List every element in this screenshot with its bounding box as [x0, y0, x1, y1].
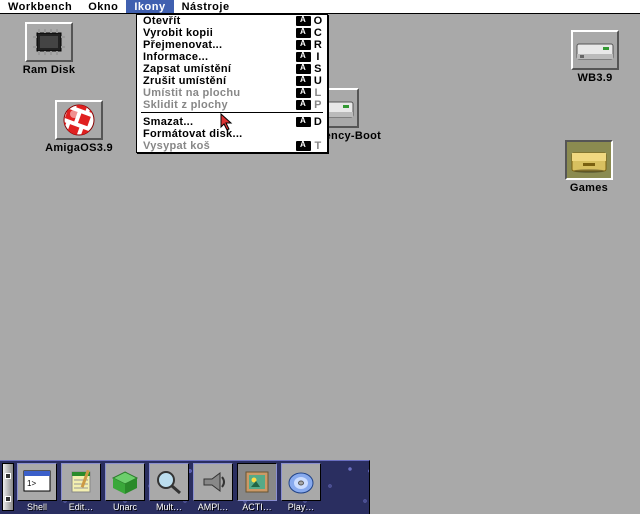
- icon-label: AmigaOS3.9: [40, 142, 118, 154]
- picture-icon: [237, 463, 277, 501]
- menu-item-label: Informace...: [143, 51, 296, 63]
- shell-icon: 1>: [17, 463, 57, 501]
- menu-item-label: Formátovat disk...: [143, 128, 323, 140]
- menubar[interactable]: Workbench Okno Ikony Nástroje: [0, 0, 640, 14]
- menu-item-label: Smazat...: [143, 116, 296, 128]
- dock-label: Play…: [288, 502, 315, 512]
- cd-icon: [281, 463, 321, 501]
- amiga-key-icon: [296, 141, 311, 151]
- icon-label: Ram Disk: [10, 64, 88, 76]
- menu-item-empty-trash: Vysypat koš T: [137, 140, 327, 152]
- menu-item-unsnapshot[interactable]: Zrušit umístění U: [137, 75, 327, 87]
- desktop-icon-amigaos[interactable]: AmigaOS3.9: [40, 100, 118, 154]
- menu-item-leaveout: Umístit na plochu L: [137, 87, 327, 99]
- menu-separator: [141, 112, 323, 115]
- menu-item-label: Sklidit z plochy: [143, 99, 296, 111]
- magnifier-icon: [149, 463, 189, 501]
- dock-label: AMPl…: [198, 502, 229, 512]
- menu-workbench[interactable]: Workbench: [0, 0, 80, 13]
- menu-shortcut: D: [296, 116, 323, 128]
- menu-shortcut: R: [296, 39, 323, 51]
- dock-label: Shell: [27, 502, 47, 512]
- menu-shortcut: I: [296, 51, 323, 63]
- desktop-icon-wb[interactable]: WB3.9: [556, 30, 634, 84]
- menu-item-label: Přejmenovat...: [143, 39, 296, 51]
- dock-item-ampl[interactable]: AMPl…: [192, 463, 234, 512]
- amiga-key-icon: [296, 28, 311, 38]
- menu-item-label: Otevřít: [143, 15, 296, 27]
- menu-shortcut: U: [296, 75, 323, 87]
- dock-item-edit[interactable]: Edit…: [60, 463, 102, 512]
- menu-item-label: Zapsat umístění: [143, 63, 296, 75]
- harddrive-icon: [571, 30, 619, 70]
- menu-item-snapshot[interactable]: Zapsat umístění S: [137, 63, 327, 75]
- desktop-icon-games[interactable]: Games: [550, 140, 628, 194]
- menu-shortcut: C: [296, 27, 323, 39]
- menu-item-rename[interactable]: Přejmenovat... R: [137, 39, 327, 51]
- megaphone-icon: [193, 463, 233, 501]
- menu-shortcut: S: [296, 63, 323, 75]
- desktop-icon-ramdisk[interactable]: Ram Disk: [10, 22, 88, 76]
- svg-text:1>: 1>: [27, 479, 36, 488]
- menu-item-label: Vysypat koš: [143, 140, 296, 152]
- menu-item-label: Umístit na plochu: [143, 87, 296, 99]
- menu-nastroje[interactable]: Nástroje: [174, 0, 238, 13]
- amiga-key-icon: [296, 88, 311, 98]
- amiga-key-icon: [296, 64, 311, 74]
- drawer-icon: [565, 140, 613, 180]
- dock-label: ACTI…: [242, 502, 272, 512]
- menu-shortcut: L: [296, 87, 323, 99]
- menu-shortcut: O: [296, 15, 323, 27]
- dock-item-multi[interactable]: Mult…: [148, 463, 190, 512]
- icon-label: Games: [550, 182, 628, 194]
- amiga-key-icon: [296, 76, 311, 86]
- menu-ikony[interactable]: Ikony: [126, 0, 173, 13]
- dock-item-play[interactable]: Play…: [280, 463, 322, 512]
- icon-label: WB3.9: [556, 72, 634, 84]
- box-icon: [105, 463, 145, 501]
- boing-ball-icon: [55, 100, 103, 140]
- amiga-key-icon: [296, 16, 311, 26]
- menu-item-format-disk[interactable]: Formátovat disk...: [137, 128, 327, 140]
- amiga-key-icon: [296, 52, 311, 62]
- menu-item-info[interactable]: Informace... I: [137, 51, 327, 63]
- dock-label: Edit…: [69, 502, 94, 512]
- menu-item-copy[interactable]: Vyrobit kopii C: [137, 27, 327, 39]
- menu-item-delete[interactable]: Smazat... D: [137, 116, 327, 128]
- menu-okno[interactable]: Okno: [80, 0, 126, 13]
- menu-item-label: Vyrobit kopii: [143, 27, 296, 39]
- menu-item-open[interactable]: Otevřít O: [137, 15, 327, 27]
- dock-label: Unarc: [113, 502, 137, 512]
- dock-item-shell[interactable]: 1> Shell: [16, 463, 58, 512]
- dock-handle[interactable]: [2, 463, 14, 511]
- dock-item-acti[interactable]: ACTI…: [236, 463, 278, 512]
- menu-shortcut: T: [296, 140, 323, 152]
- amiga-key-icon: [296, 40, 311, 50]
- menu-item-putaway: Sklidit z plochy P: [137, 99, 327, 111]
- notepad-icon: [61, 463, 101, 501]
- menu-shortcut: P: [296, 99, 323, 111]
- dock-label: Mult…: [156, 502, 182, 512]
- chip-icon: [25, 22, 73, 62]
- amiga-key-icon: [296, 100, 311, 110]
- dock-item-unarc[interactable]: Unarc: [104, 463, 146, 512]
- menu-item-label: Zrušit umístění: [143, 75, 296, 87]
- amiga-key-icon: [296, 117, 311, 127]
- dock: 1> Shell Edit… Unarc Mult… AMPl… ACTI…: [0, 460, 370, 514]
- dropdown-ikony: Otevřít O Vyrobit kopii C Přejmenovat...…: [136, 14, 328, 153]
